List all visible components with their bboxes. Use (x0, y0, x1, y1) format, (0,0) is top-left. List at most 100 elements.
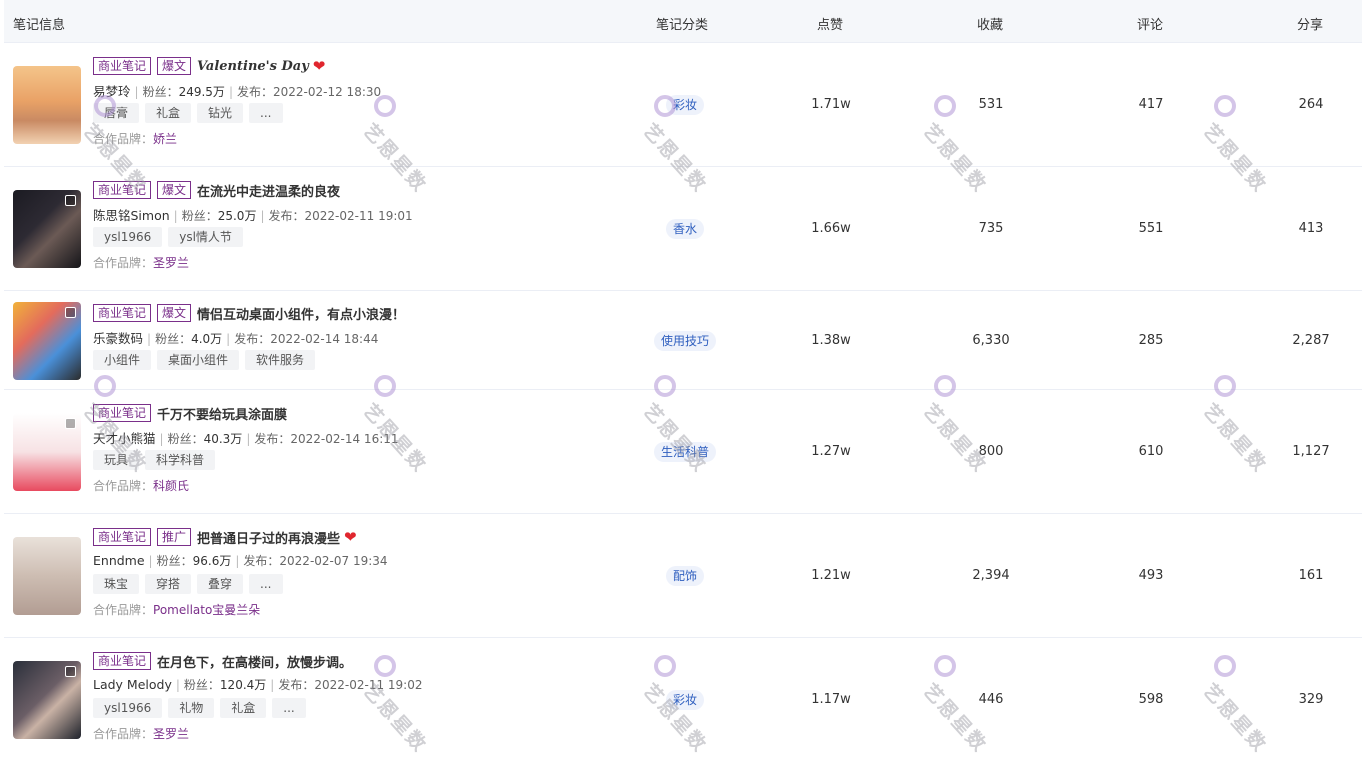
note-tag[interactable]: 钻光 (197, 103, 244, 123)
header-likes[interactable]: 点赞 (817, 14, 843, 33)
note-title[interactable]: 在流光中走进温柔的良夜 (197, 181, 340, 200)
shares-count: 161 (1298, 568, 1324, 583)
note-title[interactable]: 千万不要给玩具涂面膜 (157, 404, 287, 423)
brand-label: 合作品牌： (93, 603, 154, 617)
note-meta: Lady Melody | 粉丝：120.4万 | 发布：2022-02-11 19:0… (93, 676, 613, 693)
note-tags: 珠宝 穿搭 叠穿... (93, 574, 613, 594)
header-shares[interactable]: 分享 (1297, 14, 1323, 33)
note-tag[interactable]: ... (272, 698, 306, 718)
fans-label: 粉丝： (155, 332, 192, 346)
author-name[interactable]: 陈思铭Simon (93, 208, 170, 223)
publish-time: 2022-02-11 19:02 (314, 678, 423, 692)
table-row[interactable]: 商业笔记 爆文 情侣互动桌面小组件，有点小浪漫！ 乐豪数码 | 粉丝：4.0万 | 发布：20… (4, 290, 1362, 389)
note-tag[interactable]: 科学科普 (145, 450, 216, 470)
publish-label: 发布： (278, 678, 315, 692)
brand-name[interactable]: Pomellato宝曼兰朵 (153, 603, 260, 617)
note-title[interactable]: 情侣互动桌面小组件，有点小浪漫！ (197, 304, 405, 323)
brand-label: 合作品牌： (93, 727, 154, 741)
note-title[interactable]: 把普通日子过的再浪漫些 (197, 528, 340, 547)
author-name[interactable]: 易梦玲 (93, 84, 131, 99)
note-badge: 爆文 (157, 304, 192, 322)
table-row[interactable]: 商业笔记 千万不要给玩具涂面膜 天才小熊猫 | 粉丝：40.3万 | 发布：2022-02-… (4, 389, 1362, 513)
header-info[interactable]: 笔记信息 (13, 14, 65, 33)
brand-name[interactable]: 圣罗兰 (153, 727, 189, 741)
note-info: 商业笔记 在月色下，在高楼间，放慢步调。 Lady Melody | 粉丝：120.4万… (93, 651, 613, 742)
collects-count: 800 (978, 444, 1004, 459)
note-thumbnail[interactable] (13, 537, 81, 615)
fans-count: 120.4万 (219, 678, 267, 692)
likes-count: 1.66w (811, 221, 851, 236)
note-title-line: 商业笔记 千万不要给玩具涂面膜 (93, 403, 613, 423)
meta-divider: | (228, 85, 233, 99)
fans-label: 粉丝： (142, 85, 179, 99)
note-tag[interactable]: ... (249, 574, 283, 594)
note-tag[interactable]: ysl情人节 (168, 227, 243, 247)
note-title[interactable]: Valentine's Day (197, 59, 309, 74)
note-badge: 爆文 (157, 181, 192, 199)
note-tag[interactable]: 唇膏 (93, 103, 140, 123)
note-thumbnail[interactable] (13, 413, 81, 491)
meta-divider: | (246, 432, 251, 446)
note-thumbnail[interactable] (13, 190, 81, 268)
note-tag[interactable]: ysl1966 (93, 227, 163, 247)
note-tag[interactable]: ysl1966 (93, 698, 163, 718)
header-category[interactable]: 笔记分类 (656, 14, 708, 33)
category-tag[interactable]: 生活科普 (653, 442, 717, 462)
fans-count: 4.0万 (191, 332, 223, 346)
collects-count: 531 (978, 97, 1004, 112)
brand-name[interactable]: 圣罗兰 (153, 256, 189, 270)
brand-name[interactable]: 科颜氏 (153, 479, 189, 493)
meta-divider: | (148, 554, 153, 568)
note-thumbnail[interactable] (13, 301, 81, 380)
note-info: 商业笔记 千万不要给玩具涂面膜 天才小熊猫 | 粉丝：40.3万 | 发布：2022-02-… (93, 403, 613, 494)
table-row[interactable]: 商业笔记 爆文 Valentine's Day ❤ 易梦玲 | 粉丝：249.5万 | 发布：2… (4, 42, 1362, 166)
publish-time: 2022-02-11 19:01 (304, 209, 413, 223)
author-name[interactable]: Lady Melody (93, 677, 172, 692)
note-meta: 陈思铭Simon | 粉丝：25.0万 | 发布：2022-02-11 19:01 (93, 205, 613, 223)
meta-divider: | (173, 209, 178, 223)
note-tag[interactable]: 小组件 (93, 350, 152, 370)
category-tag[interactable]: 彩妆 (665, 95, 705, 115)
category-tag[interactable]: 配饰 (665, 566, 705, 586)
category-tag[interactable]: 使用技巧 (653, 330, 717, 351)
publish-time: 2022-02-14 16:11 (290, 432, 399, 446)
brand-name[interactable]: 娇兰 (153, 132, 177, 146)
collects-count: 2,394 (972, 568, 1010, 583)
note-title[interactable]: 在月色下，在高楼间，放慢步调。 (157, 652, 352, 671)
author-name[interactable]: 乐豪数码 (93, 331, 143, 346)
note-title-line: 商业笔记 在月色下，在高楼间，放慢步调。 (93, 651, 613, 671)
note-thumbnail[interactable] (13, 661, 81, 739)
author-name[interactable]: 天才小熊猫 (93, 431, 156, 446)
note-thumbnail[interactable] (13, 66, 81, 144)
table-row[interactable]: 商业笔记 爆文 在流光中走进温柔的良夜 陈思铭Simon | 粉丝：25.0万 | 发布：20… (4, 166, 1362, 290)
note-tag[interactable]: 穿搭 (145, 574, 192, 594)
note-tag[interactable]: ... (249, 103, 283, 123)
brand-label: 合作品牌： (93, 256, 154, 270)
heart-icon: ❤ (312, 57, 326, 75)
fans-label: 粉丝： (156, 554, 193, 568)
meta-divider: | (235, 554, 240, 568)
note-tag[interactable]: 珠宝 (93, 574, 140, 594)
note-tag[interactable]: 礼物 (168, 698, 215, 718)
table-row[interactable]: 商业笔记 推广 把普通日子过的再浪漫些 ❤ Enndme | 粉丝：96.6万 | 发布：202… (4, 513, 1362, 637)
note-tag[interactable]: 玩具 (93, 450, 140, 470)
fans-label: 粉丝： (181, 209, 218, 223)
header-collects[interactable]: 收藏 (977, 14, 1003, 33)
category-tag[interactable]: 香水 (665, 219, 705, 239)
note-tag[interactable]: 礼盒 (220, 698, 267, 718)
note-tag[interactable]: 礼盒 (145, 103, 192, 123)
meta-divider: | (270, 678, 275, 692)
brand-line: 合作品牌：圣罗兰 (93, 725, 613, 742)
note-tag[interactable]: 叠穿 (197, 574, 244, 594)
brand-line: 合作品牌：科颜氏 (93, 477, 613, 494)
note-tag[interactable]: 软件服务 (245, 350, 316, 370)
note-tag[interactable]: 桌面小组件 (157, 350, 240, 370)
fans-count: 249.5万 (178, 85, 225, 99)
header-comments[interactable]: 评论 (1137, 14, 1163, 33)
note-badge: 推广 (157, 528, 192, 546)
note-meta: 天才小熊猫 | 粉丝：40.3万 | 发布：2022-02-14 16:11 (93, 428, 613, 446)
author-name[interactable]: Enndme (93, 553, 145, 568)
table-row[interactable]: 商业笔记 在月色下，在高楼间，放慢步调。 Lady Melody | 粉丝：120.4万… (4, 637, 1362, 761)
category-tag[interactable]: 彩妆 (665, 690, 705, 710)
meta-divider: | (134, 85, 139, 99)
